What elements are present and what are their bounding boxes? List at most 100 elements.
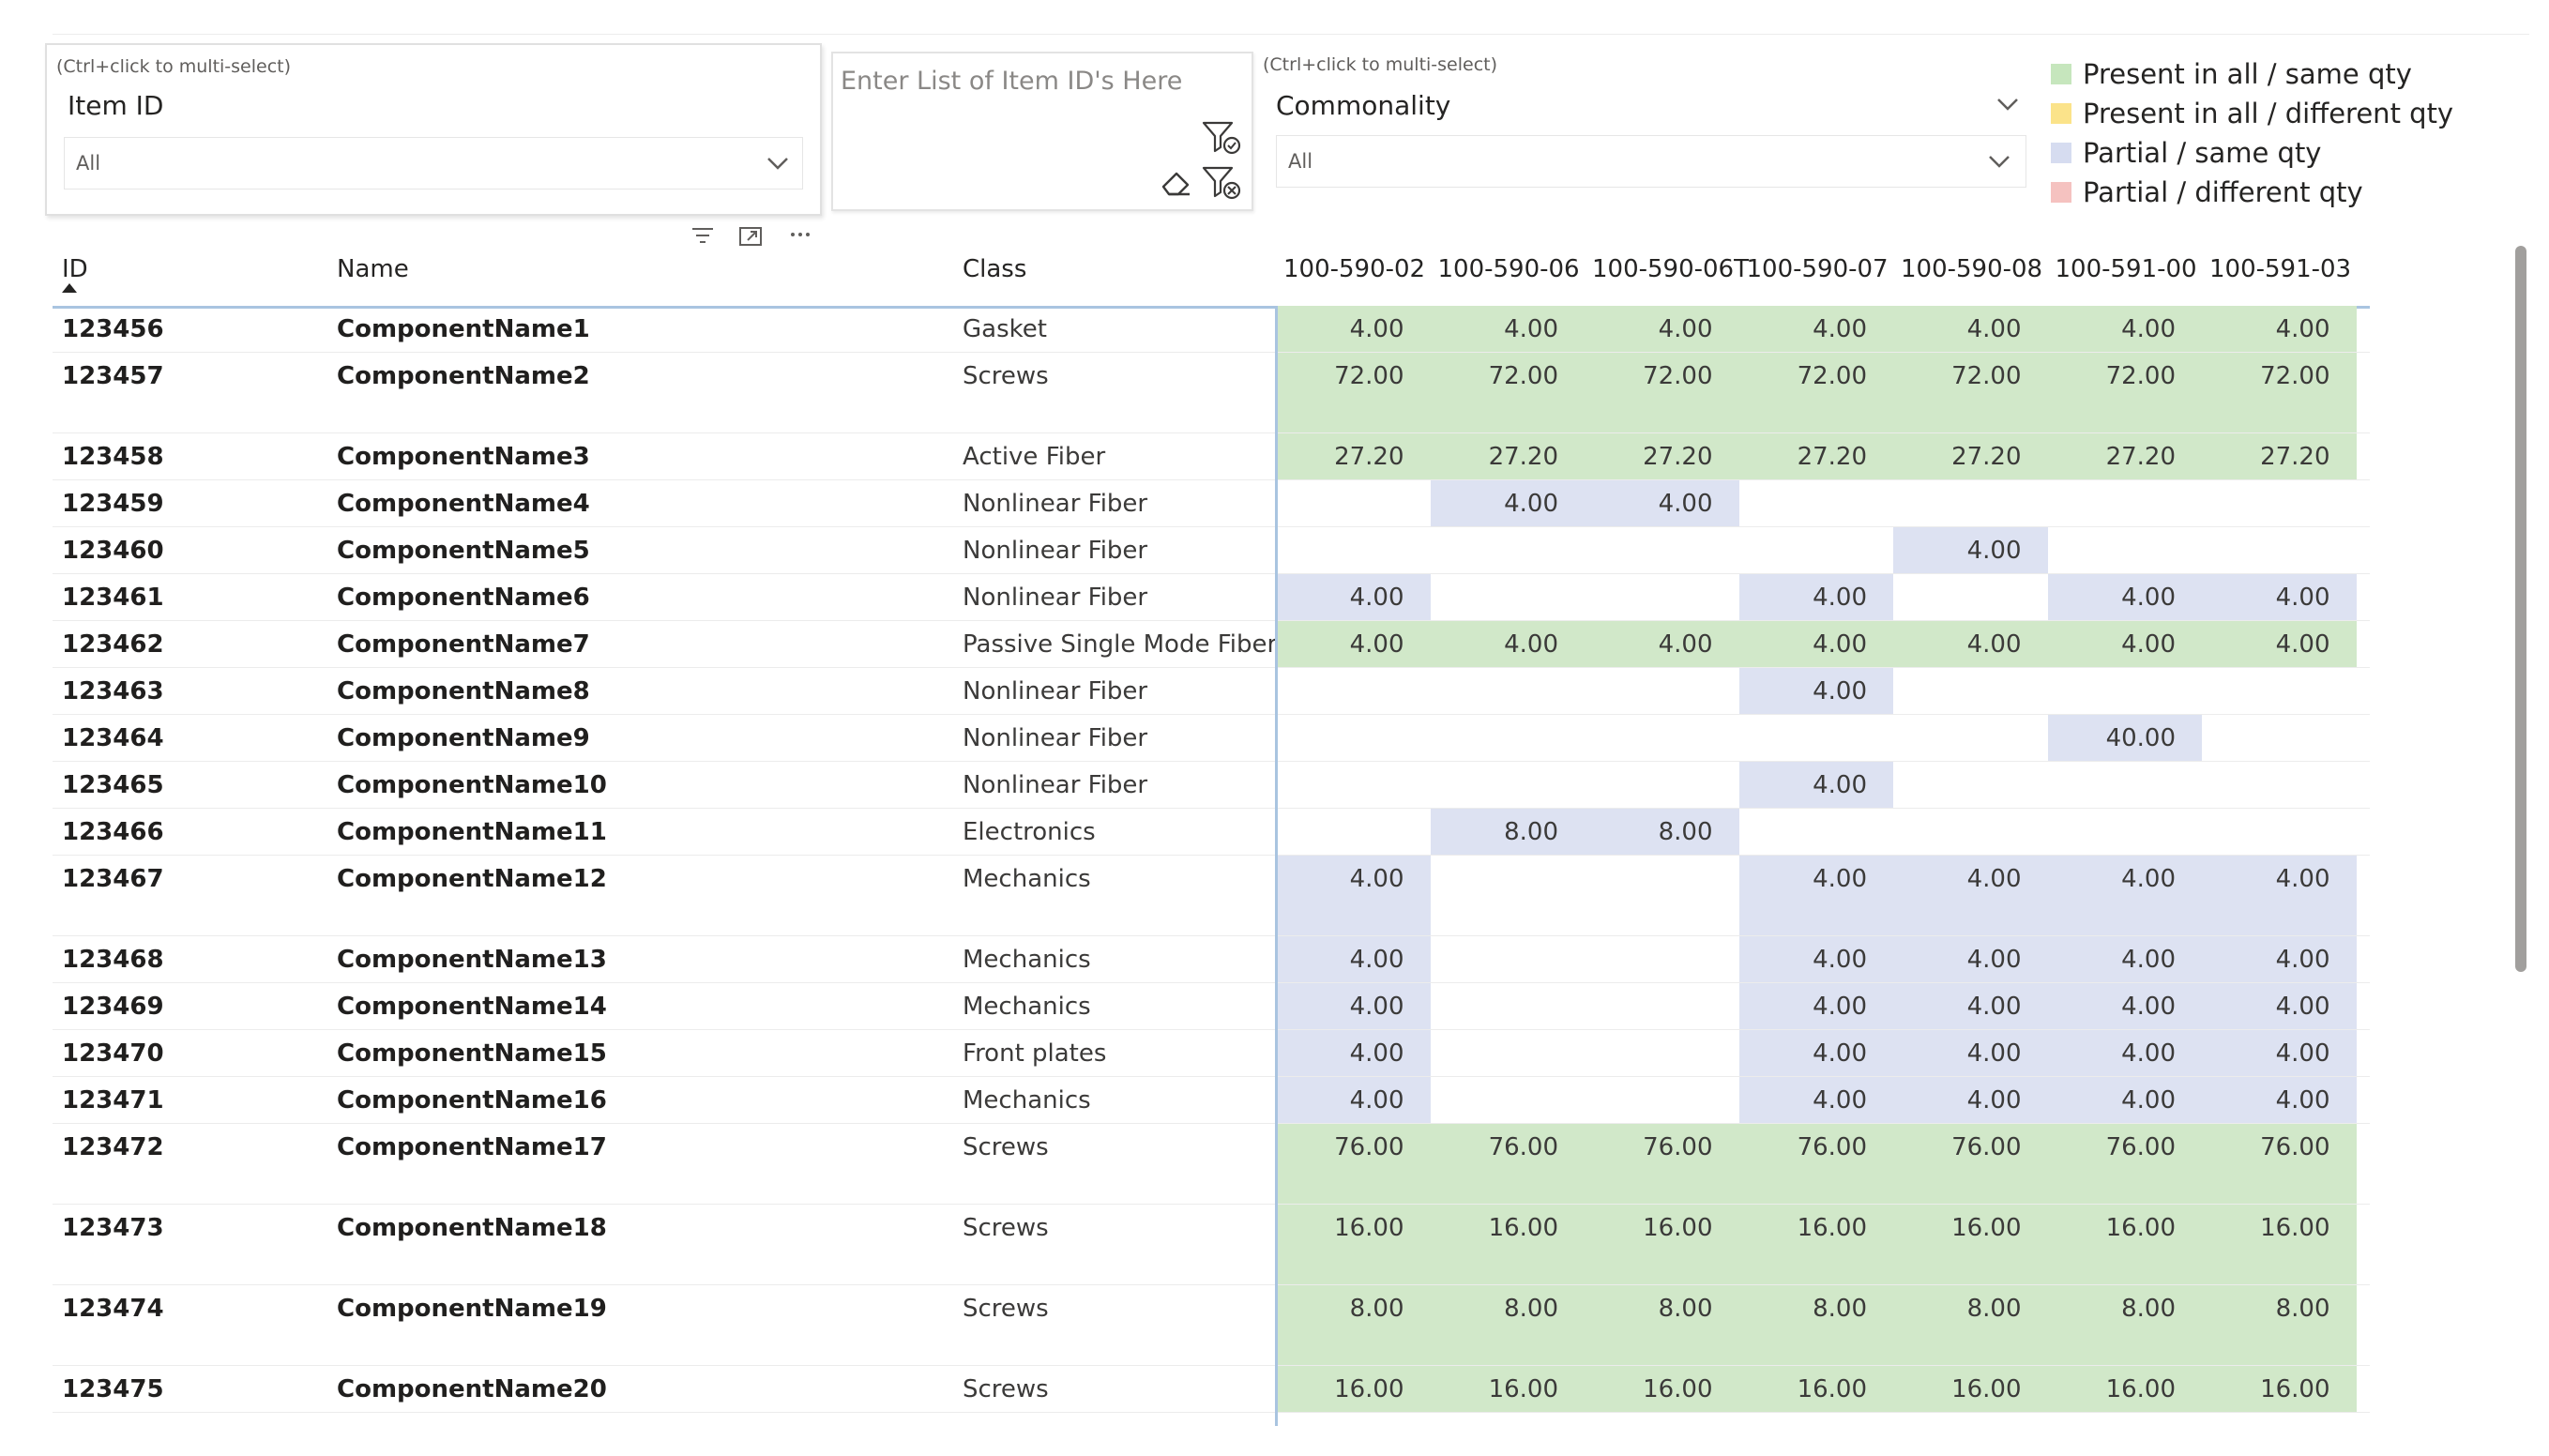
item-id-dropdown[interactable]: All: [64, 137, 803, 190]
table-row[interactable]: 123458 ComponentName3 Active Fiber 27.20 27.…: [53, 433, 2370, 480]
column-header-config[interactable]: 100-591-00: [2056, 255, 2197, 283]
cell-quantity: 72.00: [1893, 353, 2048, 432]
cell-quantity: 8.00: [1738, 1285, 1893, 1365]
column-header-name[interactable]: Name: [337, 255, 409, 283]
table-row[interactable]: 123464 ComponentName9 Nonlinear Fiber 40.00: [53, 715, 2370, 762]
column-header-config[interactable]: 100-590-02: [1283, 255, 1425, 283]
cell-quantity: [1585, 715, 1739, 761]
cell-quantity: [1431, 856, 1586, 935]
column-header-class[interactable]: Class: [963, 255, 1026, 283]
cell-name: ComponentName15: [337, 1039, 607, 1068]
cell-quantity: [2202, 527, 2357, 573]
table-row[interactable]: 123474 ComponentName19 Screws 8.00 8.00 8.00 8…: [53, 1285, 2370, 1366]
cell-class: Nonlinear Fiber: [963, 537, 1148, 565]
column-header-config[interactable]: 100-590-06T: [1592, 255, 1749, 283]
table-row[interactable]: 123470 ComponentName15 Front plates 4.00 4.0…: [53, 1030, 2370, 1077]
cell-quantity: [1431, 668, 1586, 714]
chevron-down-icon[interactable]: [1986, 153, 2012, 170]
table-row[interactable]: 123471 ComponentName16 Mechanics 4.00 4.00 4.…: [53, 1077, 2370, 1124]
clear-filter-icon[interactable]: [1201, 164, 1242, 202]
cell-quantity: 4.00: [1738, 306, 1893, 352]
cell-name: ComponentName16: [337, 1086, 607, 1115]
cell-quantity: 4.00: [1276, 1030, 1431, 1076]
cell-quantity: 76.00: [1585, 1124, 1739, 1204]
cell-quantity: 16.00: [1893, 1205, 2048, 1284]
cell-quantity: [1585, 574, 1739, 620]
chevron-down-icon[interactable]: [1995, 96, 2021, 113]
table-row[interactable]: 123463 ComponentName8 Nonlinear Fiber 4.00: [53, 668, 2370, 715]
table-row[interactable]: 123457 ComponentName2 Screws 72.00 72.00 72.0…: [53, 353, 2370, 433]
commonality-dropdown-value: All: [1288, 150, 1313, 173]
cell-quantity: 4.00: [1738, 983, 1893, 1029]
cell-class: Nonlinear Fiber: [963, 584, 1148, 612]
cell-class: Passive Single Mode Fiber: [963, 630, 1278, 659]
cell-quantity: [1276, 668, 1431, 714]
item-id-slicer[interactable]: (Ctrl+click to multi-select) Item ID All: [45, 43, 822, 216]
apply-filter-icon[interactable]: [1201, 119, 1242, 157]
table-row[interactable]: 123475 ComponentName20 Screws 16.00 16.00 16.…: [53, 1366, 2370, 1413]
cell-id: 123473: [62, 1214, 164, 1242]
table-row[interactable]: 123473 ComponentName18 Screws 16.00 16.00 16.…: [53, 1205, 2370, 1285]
cell-quantity: 4.00: [2047, 621, 2202, 667]
cell-quantity: [2048, 527, 2203, 573]
cell-name: ComponentName12: [337, 865, 607, 893]
legend-swatch: [2051, 143, 2071, 163]
table-row[interactable]: 123459 ComponentName4 Nonlinear Fiber 4.00 4…: [53, 480, 2370, 527]
table-row[interactable]: 123466 ComponentName11 Electronics 8.00 8.00: [53, 809, 2370, 856]
cell-class: Front plates: [963, 1039, 1107, 1068]
cell-quantity: 4.00: [1893, 527, 2048, 573]
cell-quantity: 4.00: [1893, 1077, 2048, 1123]
cell-quantity: [1585, 983, 1739, 1029]
cell-quantity: [1431, 983, 1586, 1029]
commonality-slicer[interactable]: (Ctrl+click to multi-select) Commonality…: [1263, 43, 2032, 203]
column-header-id[interactable]: ID: [62, 255, 88, 283]
cell-quantity: 16.00: [1585, 1205, 1739, 1284]
cell-quantity: [1431, 715, 1586, 761]
cell-name: ComponentName17: [337, 1133, 607, 1161]
table-row[interactable]: 123462 ComponentName7 Passive Single Mode …: [53, 621, 2370, 668]
cell-quantity: 4.00: [2202, 983, 2357, 1029]
table-row[interactable]: 123460 ComponentName5 Nonlinear Fiber 4.00: [53, 527, 2370, 574]
cell-quantity: 4.00: [1738, 621, 1893, 667]
cell-quantity: [2202, 715, 2357, 761]
cell-quantity: 40.00: [2047, 715, 2202, 761]
commonality-dropdown[interactable]: All: [1276, 135, 2026, 188]
column-header-config[interactable]: 100-590-06: [1438, 255, 1580, 283]
table-row[interactable]: 123465 ComponentName10 Nonlinear Fiber 4.00: [53, 762, 2370, 809]
cell-id: 123466: [62, 818, 164, 846]
sort-ascending-icon[interactable]: [62, 283, 77, 293]
table-row[interactable]: 123469 ComponentName14 Mechanics 4.00 4.00 4.…: [53, 983, 2370, 1030]
vertical-scrollbar[interactable]: [2515, 246, 2526, 972]
item-id-text-filter[interactable]: Enter List of Item ID's Here: [831, 52, 1253, 211]
cell-quantity: 16.00: [2202, 1205, 2357, 1284]
cell-quantity: 4.00: [1276, 936, 1431, 982]
column-header-config[interactable]: 100-590-07: [1747, 255, 1889, 283]
cell-quantity: 4.00: [2202, 621, 2357, 667]
cell-name: ComponentName4: [337, 490, 590, 518]
cell-quantity: 76.00: [1276, 1124, 1431, 1204]
cell-quantity: 4.00: [2047, 574, 2202, 620]
column-header-config[interactable]: 100-590-08: [1901, 255, 2042, 283]
cell-quantity: 27.20: [2202, 433, 2357, 479]
item-id-dropdown-value: All: [76, 152, 101, 174]
cell-quantity: 27.20: [2047, 433, 2202, 479]
table-row[interactable]: 123461 ComponentName6 Nonlinear Fiber 4.00 4…: [53, 574, 2370, 621]
chevron-down-icon[interactable]: [765, 155, 791, 172]
cell-class: Screws: [963, 1133, 1049, 1161]
table-row[interactable]: 123467 ComponentName12 Mechanics 4.00 4.00 4.…: [53, 856, 2370, 936]
item-id-slicer-hint: (Ctrl+click to multi-select): [56, 56, 292, 77]
column-header-config[interactable]: 100-591-03: [2209, 255, 2351, 283]
cell-quantity: 76.00: [1430, 1124, 1585, 1204]
cell-class: Mechanics: [963, 993, 1091, 1021]
comparison-table: ID Name Class 100-590-02 100-590-06 100-59…: [53, 244, 2370, 1426]
cell-quantity: 4.00: [1893, 306, 2048, 352]
cell-class: Mechanics: [963, 946, 1091, 974]
eraser-icon[interactable]: [1158, 166, 1195, 200]
table-row[interactable]: 123456 ComponentName1 Gasket 4.00 4.00 4.00 4.…: [53, 306, 2370, 353]
table-row[interactable]: 123468 ComponentName13 Mechanics 4.00 4.00 4.…: [53, 936, 2370, 983]
cell-quantity: 4.00: [2202, 574, 2357, 620]
cell-quantity: 76.00: [1893, 1124, 2048, 1204]
cell-quantity: [1739, 527, 1894, 573]
text-filter-input[interactable]: Enter List of Item ID's Here: [841, 67, 1182, 96]
table-row[interactable]: 123472 ComponentName17 Screws 76.00 76.00 76.…: [53, 1124, 2370, 1205]
